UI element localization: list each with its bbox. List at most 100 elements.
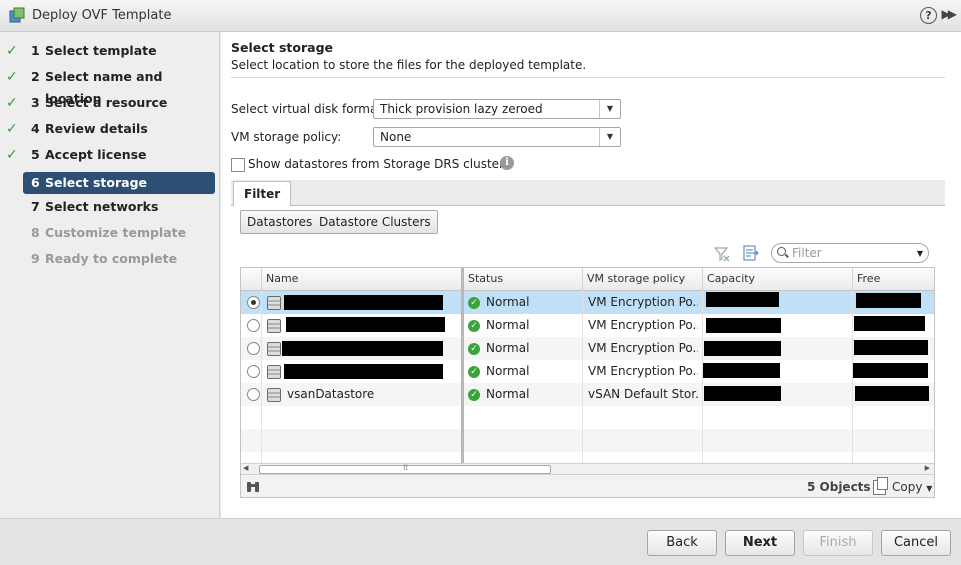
table-row[interactable]: ✓ Normal VM Encryption Po...: [241, 291, 934, 314]
copy-label: Copy: [892, 480, 923, 494]
next-button[interactable]: Next: [725, 530, 795, 556]
show-drs-label[interactable]: Show datastores from Storage DRS cluster…: [248, 157, 510, 171]
datastore-clusters-button[interactable]: Datastore Clusters: [313, 210, 438, 234]
step-review-details[interactable]: ✓ 4 Review details: [6, 118, 215, 140]
cancel-button[interactable]: Cancel: [881, 530, 951, 556]
column-divider: [702, 290, 703, 463]
table-footer: 5 Objects Copy ▼: [241, 474, 934, 497]
step-number: 7: [31, 199, 40, 214]
step-ready-to-complete: 9 Ready to complete: [23, 248, 215, 270]
chevron-down-icon: ▼: [926, 484, 933, 493]
redacted-name: [284, 364, 443, 379]
main-panel: Select storage Select location to store …: [221, 32, 961, 518]
back-button[interactable]: Back: [647, 530, 717, 556]
step-select-storage[interactable]: 6 Select storage: [23, 172, 215, 194]
step-select-name-location[interactable]: ✓ 2 Select name and location: [6, 66, 215, 106]
filter-input[interactable]: [792, 245, 902, 261]
name-cell: vsanDatastore: [287, 387, 375, 401]
step-label: Select template: [45, 43, 157, 58]
step-label: Ready to complete: [45, 251, 178, 266]
scroll-right-icon[interactable]: ▶: [925, 464, 930, 472]
step-number: 5: [31, 147, 40, 162]
row-radio[interactable]: [247, 319, 260, 332]
wizard-footer: Back Next Finish Cancel: [0, 518, 961, 565]
column-header-free[interactable]: Free: [852, 268, 934, 290]
frozen-column-divider[interactable]: [461, 268, 464, 463]
scroll-thumb[interactable]: ⁞⁞: [259, 463, 551, 474]
page-subtitle: Select location to store the files for t…: [231, 58, 587, 72]
check-icon: ✓: [6, 69, 18, 85]
status-ok-icon: ✓: [468, 389, 480, 401]
chevron-down-icon[interactable]: ▼: [917, 249, 923, 258]
redacted-name: [282, 341, 443, 356]
chevron-down-icon: ▼: [599, 100, 620, 118]
table-row[interactable]: ✓ Normal VM Encryption Po...: [241, 314, 934, 337]
expand-icon[interactable]: ▶▶: [942, 7, 958, 21]
info-icon[interactable]: i: [500, 156, 514, 170]
datastore-icon: [267, 388, 281, 402]
step-number: 3: [31, 95, 40, 110]
empty-row: [241, 406, 934, 429]
redacted-free: [853, 363, 928, 378]
copy-icon[interactable]: [873, 477, 888, 495]
horizontal-scrollbar[interactable]: ◀ ⁞⁞ ▶: [241, 463, 934, 474]
disk-format-value: Thick provision lazy zeroed: [380, 102, 543, 116]
status-cell: Normal: [486, 387, 530, 401]
filter-search-box[interactable]: ▼: [771, 243, 929, 263]
datastores-button[interactable]: Datastores: [240, 210, 320, 234]
step-select-resource[interactable]: ✓ 3 Select a resource: [6, 92, 215, 114]
step-label: Customize template: [45, 225, 187, 240]
show-drs-checkbox[interactable]: [231, 158, 245, 172]
check-icon: ✓: [6, 147, 18, 163]
row-radio[interactable]: [247, 365, 260, 378]
status-ok-icon: ✓: [468, 343, 480, 355]
export-icon[interactable]: [743, 245, 759, 261]
status-cell: Normal: [486, 295, 530, 309]
column-header-name[interactable]: Name: [261, 268, 461, 290]
step-select-template[interactable]: ✓ 1 Select template: [6, 40, 215, 62]
redacted-free: [855, 386, 929, 401]
empty-row: [241, 429, 934, 452]
row-radio[interactable]: [247, 342, 260, 355]
binoculars-icon[interactable]: [246, 480, 260, 497]
divider: [231, 77, 945, 78]
step-number: 1: [31, 43, 40, 58]
datastore-table: Name Status VM storage policy Capacity F…: [240, 267, 935, 498]
column-header-policy[interactable]: VM storage policy: [582, 268, 702, 290]
copy-button[interactable]: Copy ▼: [892, 480, 932, 494]
policy-cell: VM Encryption Po...: [588, 341, 698, 355]
column-header-capacity[interactable]: Capacity: [702, 268, 852, 290]
check-icon: ✓: [6, 95, 18, 111]
tab-filter[interactable]: Filter: [233, 181, 292, 206]
step-accept-license[interactable]: ✓ 5 Accept license agreements: [6, 144, 215, 184]
storage-policy-select[interactable]: None ▼: [373, 127, 621, 147]
finish-button[interactable]: Finish: [803, 530, 873, 556]
step-number: 8: [31, 225, 40, 240]
redacted-capacity: [706, 292, 779, 307]
redacted-capacity: [704, 341, 781, 356]
table-row[interactable]: vsanDatastore ✓ Normal vSAN Default Stor…: [241, 383, 934, 406]
status-cell: Normal: [486, 364, 530, 378]
grip-icon: ⁞⁞: [403, 463, 409, 472]
table-header: Name Status VM storage policy Capacity F…: [241, 268, 934, 291]
chevron-down-icon: ▼: [599, 128, 620, 146]
table-row[interactable]: ✓ Normal VM Encryption Po...: [241, 360, 934, 383]
clear-filter-icon[interactable]: [713, 246, 730, 262]
title-bar: Deploy OVF Template ? ▶▶: [0, 0, 961, 32]
status-cell: Normal: [486, 318, 530, 332]
row-radio[interactable]: [247, 296, 260, 309]
storage-policy-value: None: [380, 130, 412, 144]
table-row[interactable]: ✓ Normal VM Encryption Po...: [241, 337, 934, 360]
disk-format-select[interactable]: Thick provision lazy zeroed ▼: [373, 99, 621, 119]
redacted-name: [284, 295, 443, 310]
status-ok-icon: ✓: [468, 366, 480, 378]
row-radio[interactable]: [247, 388, 260, 401]
step-select-networks[interactable]: 7 Select networks: [23, 196, 215, 218]
policy-cell: VM Encryption Po...: [588, 295, 698, 309]
help-icon[interactable]: ?: [920, 7, 937, 24]
check-icon: ✓: [6, 43, 18, 59]
scroll-left-icon[interactable]: ◀: [243, 464, 248, 472]
column-header-status[interactable]: Status: [463, 268, 582, 290]
column-divider: [582, 290, 583, 463]
step-number: 4: [31, 121, 40, 136]
